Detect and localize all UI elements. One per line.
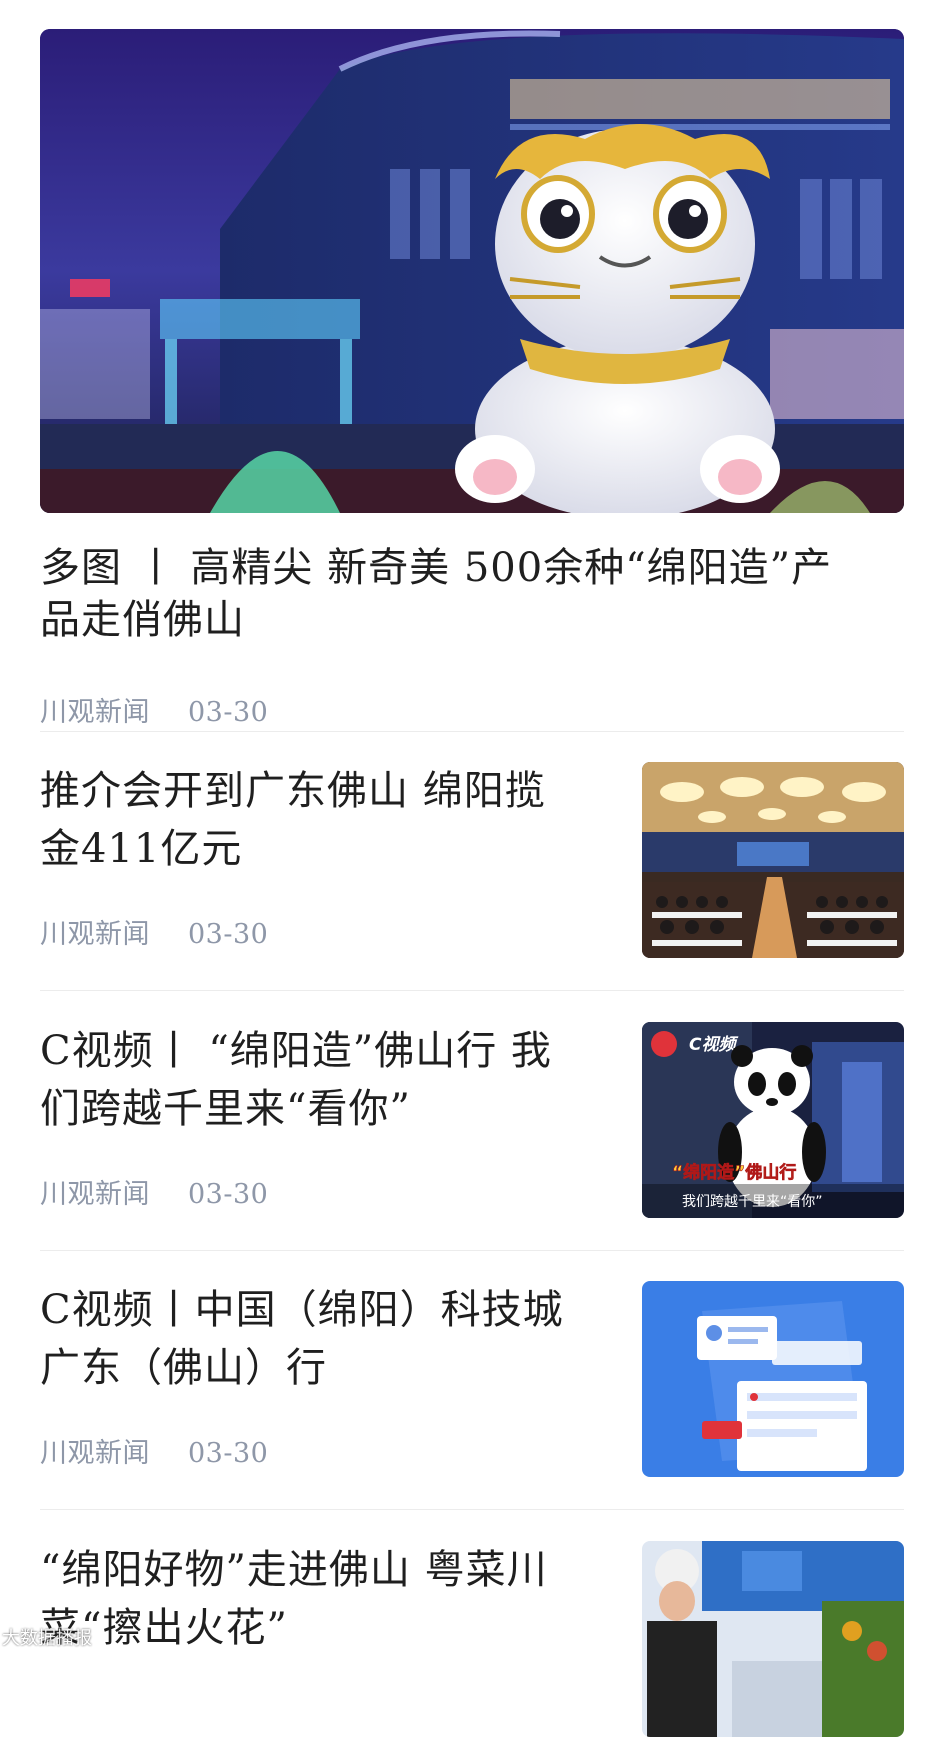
conference-hall-photo [642, 762, 904, 958]
article-meta: 川观新闻 03-30 [40, 1172, 268, 1211]
featured-title[interactable]: 多图 丨 高精尖 新奇美 500余种“绵阳造”产品走俏佛山 [40, 542, 840, 646]
article-date: 03-30 [188, 919, 269, 950]
watermark-text: 大数据播报 [2, 1628, 92, 1649]
panda-mascot-video-thumb: C视频 “绵阳造”佛山行 我们跨越千里来“看你” [642, 1022, 904, 1218]
list-item[interactable]: “绵阳好物”走进佛山 粤菜川菜“擦出火花” [40, 1541, 904, 1737]
article-title[interactable]: C视频丨中国（绵阳）科技城广东（佛山）行 [40, 1281, 580, 1397]
article-thumbnail[interactable] [642, 1281, 904, 1477]
featured-meta: 川观新闻 03-30 [40, 690, 268, 729]
list-item[interactable]: 推介会开到广东佛山 绵阳揽金411亿元 川观新闻 03-30 [40, 762, 904, 958]
featured-article[interactable]: 多图 丨 高精尖 新奇美 500余种“绵阳造”产品走俏佛山 川观新闻 03-30 [40, 29, 904, 728]
article-meta: 川观新闻 03-30 [40, 912, 268, 951]
article-title[interactable]: “绵阳好物”走进佛山 粤菜川菜“擦出火花” [40, 1541, 580, 1657]
hero-photo-mascot-night-mall [40, 29, 904, 513]
thumb-caption-subtitle: 我们跨越千里来“看你” [682, 1194, 823, 1210]
divider [40, 1509, 904, 1510]
article-source: 川观新闻 [40, 697, 150, 728]
divider [40, 731, 904, 732]
featured-image[interactable] [40, 29, 904, 513]
divider [40, 1250, 904, 1251]
article-date: 03-30 [188, 1179, 269, 1210]
article-source: 川观新闻 [40, 919, 150, 950]
thumb-caption-title: “绵阳造”佛山行 [672, 1162, 796, 1183]
article-thumbnail[interactable] [642, 762, 904, 958]
article-thumbnail[interactable] [642, 1541, 904, 1737]
article-source: 川观新闻 [40, 1438, 150, 1469]
video-badge: C视频 [689, 1035, 738, 1055]
article-date: 03-30 [188, 697, 269, 728]
article-title[interactable]: 推介会开到广东佛山 绵阳揽金411亿元 [40, 762, 580, 878]
blue-placeholder-illustration [642, 1281, 904, 1477]
list-item[interactable]: C视频丨中国（绵阳）科技城广东（佛山）行 川观新闻 03-30 [40, 1281, 904, 1477]
article-source: 川观新闻 [40, 1179, 150, 1210]
article-title[interactable]: C视频丨 “绵阳造”佛山行 我们跨越千里来“看你” [40, 1022, 580, 1138]
list-item[interactable]: C视频丨 “绵阳造”佛山行 我们跨越千里来“看你” 川观新闻 03-30 C视频 [40, 1022, 904, 1218]
article-meta: 川观新闻 03-30 [40, 1431, 268, 1470]
divider [40, 990, 904, 991]
article-thumbnail[interactable]: C视频 “绵阳造”佛山行 我们跨越千里来“看你” [642, 1022, 904, 1218]
chef-exhibition-photo [642, 1541, 904, 1737]
article-date: 03-30 [188, 1438, 269, 1469]
